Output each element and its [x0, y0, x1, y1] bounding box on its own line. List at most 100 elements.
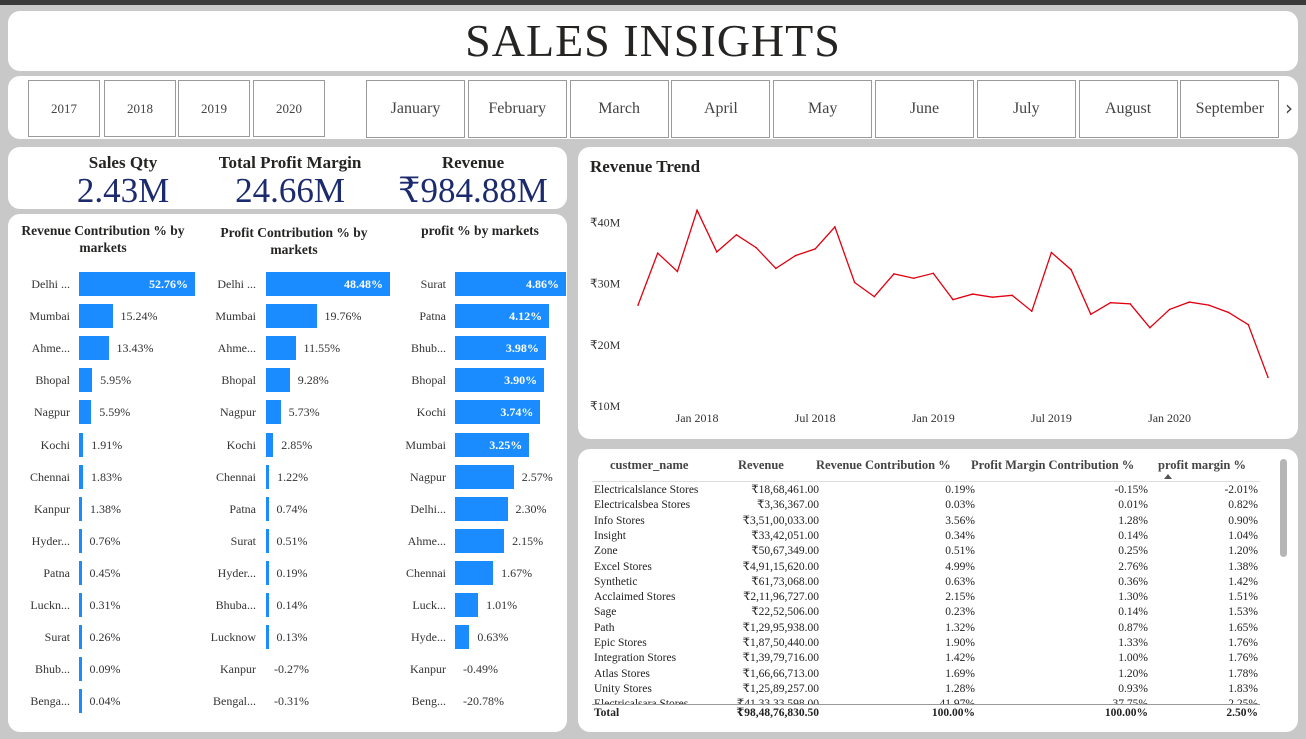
bar-row[interactable]: Ahme... 2.15%: [8, 528, 567, 553]
month-button-january[interactable]: January: [366, 80, 465, 138]
bar[interactable]: [455, 560, 494, 585]
revenue-point[interactable]: [775, 267, 777, 270]
sort-asc-icon[interactable]: [1164, 474, 1172, 479]
bar-row[interactable]: Kochi 3.74%: [8, 400, 567, 425]
bar-row[interactable]: Hyde... 0.63%: [8, 625, 567, 650]
revenue-point[interactable]: [952, 298, 954, 301]
revenue-point[interactable]: [1109, 301, 1112, 304]
revenue-point[interactable]: [853, 281, 856, 284]
bar-value: 3.98%: [505, 341, 539, 356]
month-button-may[interactable]: May: [773, 80, 873, 138]
bar[interactable]: [455, 464, 514, 489]
revenue-point[interactable]: [893, 273, 895, 275]
revenue-point[interactable]: [1030, 310, 1033, 313]
bar-row[interactable]: Luck... 1.01%: [8, 593, 567, 617]
revenue-point[interactable]: [873, 295, 876, 298]
table-row[interactable]: Acclaimed Stores ₹2,11,96,727.00 2.15% 1.30…: [592, 590, 1260, 605]
month-button-july[interactable]: July: [976, 80, 1076, 138]
table-row[interactable]: Atlas Stores ₹1,66,66,713.00 1.69% 1.20% 1.7…: [592, 667, 1260, 682]
revenue-point[interactable]: [1188, 301, 1191, 303]
table-cell: 2.15%: [945, 591, 975, 604]
revenue-point[interactable]: [971, 293, 974, 295]
revenue-point[interactable]: [755, 246, 757, 249]
table-row[interactable]: Sage ₹22,52,506.00 0.23% 0.14% 1.53%: [592, 605, 1260, 620]
chevron-right-icon[interactable]: ›: [1285, 96, 1293, 120]
revenue-point[interactable]: [735, 234, 738, 236]
year-button-2020[interactable]: 2020: [253, 80, 325, 137]
bar-value: 1.67%: [501, 565, 533, 580]
revenue-point[interactable]: [696, 209, 698, 212]
month-button-june[interactable]: June: [875, 80, 974, 138]
table-row[interactable]: Path ₹1,29,95,938.00 1.32% 0.87% 1.65%: [592, 621, 1260, 636]
month-button-september[interactable]: September: [1180, 80, 1280, 138]
table-cell: 1.51%: [1228, 591, 1258, 604]
table-scrollbar[interactable]: [1280, 459, 1287, 557]
revenue-point[interactable]: [912, 277, 915, 280]
bar-row[interactable]: Bhopal 3.90%: [8, 368, 567, 393]
bar[interactable]: [455, 625, 470, 650]
table-cell: 0.36%: [1118, 575, 1148, 588]
revenue-point[interactable]: [1070, 268, 1072, 271]
table-cell: 0.14%: [1118, 606, 1148, 619]
table-cell: 0.01%: [1118, 499, 1148, 512]
revenue-point[interactable]: [814, 248, 816, 250]
revenue-point[interactable]: [656, 252, 659, 254]
table-row[interactable]: Zone ₹50,67,349.00 0.51% 0.25% 1.20%: [592, 544, 1260, 559]
bar-row[interactable]: Patna 4.12%: [8, 304, 567, 329]
table-cell: ₹4,91,15,620.00: [742, 560, 819, 573]
column-header-profit-margin-[interactable]: profit margin %: [1158, 458, 1246, 473]
bar-row[interactable]: Kanpur -0.49%: [8, 657, 567, 681]
revenue-point[interactable]: [1227, 311, 1230, 314]
table-cell: ₹22,52,506.00: [751, 606, 819, 619]
bar[interactable]: [455, 593, 479, 617]
table-row[interactable]: Electricalslance Stores ₹18,68,461.00 0.19…: [592, 483, 1260, 498]
revenue-point[interactable]: [1149, 326, 1151, 329]
bar[interactable]: [455, 528, 505, 553]
month-button-april[interactable]: April: [671, 80, 771, 138]
table-row[interactable]: Electricalsbea Stores ₹3,36,367.00 0.03% 0.…: [592, 498, 1260, 513]
bar-label: Patna: [419, 309, 446, 324]
bar-row[interactable]: Chennai 1.67%: [8, 560, 567, 585]
column-header-custmer-name[interactable]: custmer_name: [610, 458, 688, 473]
table-row[interactable]: Integration Stores ₹1,39,79,716.00 1.42% 1.…: [592, 651, 1260, 666]
bar-row[interactable]: Beng... -20.78%: [8, 689, 567, 713]
revenue-point[interactable]: [1050, 251, 1053, 254]
month-button-march[interactable]: March: [569, 80, 669, 138]
table-row[interactable]: Synthetic ₹61,73,068.00 0.63% 0.36% 1.42%: [592, 575, 1260, 590]
revenue-point[interactable]: [1267, 376, 1269, 379]
revenue-point[interactable]: [715, 251, 718, 253]
month-button-august[interactable]: August: [1078, 80, 1178, 138]
year-button-2019[interactable]: 2019: [178, 80, 250, 137]
bar-row[interactable]: Bhub... 3.98%: [8, 336, 567, 361]
table-row[interactable]: Insight ₹33,42,051.00 0.34% 0.14% 1.04%: [592, 529, 1260, 544]
revenue-point[interactable]: [637, 304, 639, 306]
table-row[interactable]: Unity Stores ₹1,25,89,257.00 1.28% 0.93% 1.8…: [592, 682, 1260, 697]
column-header-revenue-contribution-[interactable]: Revenue Contribution %: [816, 458, 951, 473]
revenue-point[interactable]: [834, 226, 836, 228]
bar-row[interactable]: Surat 4.86%: [8, 272, 567, 296]
revenue-series-line[interactable]: [637, 208, 1269, 378]
column-header-profit-margin-contribution-[interactable]: Profit Margin Contribution %: [971, 458, 1134, 473]
bar-row[interactable]: Mumbai 3.25%: [8, 432, 567, 457]
bar-row[interactable]: Delhi... 2.30%: [8, 496, 567, 521]
revenue-point[interactable]: [1208, 304, 1210, 306]
table-row[interactable]: Epic Stores ₹1,87,50,440.00 1.90% 1.33% 1.76…: [592, 636, 1260, 651]
bar-row[interactable]: Nagpur 2.57%: [8, 464, 567, 489]
revenue-point[interactable]: [1011, 294, 1013, 297]
bar[interactable]: [455, 496, 508, 521]
revenue-point[interactable]: [1168, 308, 1171, 311]
revenue-point[interactable]: [676, 270, 679, 273]
revenue-point[interactable]: [932, 272, 935, 275]
revenue-point[interactable]: [1247, 323, 1250, 326]
month-button-february[interactable]: February: [467, 80, 567, 138]
revenue-point[interactable]: [1129, 303, 1131, 305]
table-row[interactable]: Excel Stores ₹4,91,15,620.00 4.99% 2.76% 1.3…: [592, 560, 1260, 575]
x-tick-label: Jan 2020: [1148, 411, 1191, 425]
year-button-2017[interactable]: 2017: [28, 80, 100, 137]
table-row[interactable]: Info Stores ₹3,51,00,033.00 3.56% 1.28% 0.90…: [592, 514, 1260, 529]
revenue-point[interactable]: [1090, 313, 1092, 316]
column-header-revenue[interactable]: Revenue: [738, 458, 784, 473]
revenue-point[interactable]: [794, 254, 797, 257]
year-button-2018[interactable]: 2018: [104, 80, 176, 137]
revenue-point[interactable]: [991, 296, 994, 298]
